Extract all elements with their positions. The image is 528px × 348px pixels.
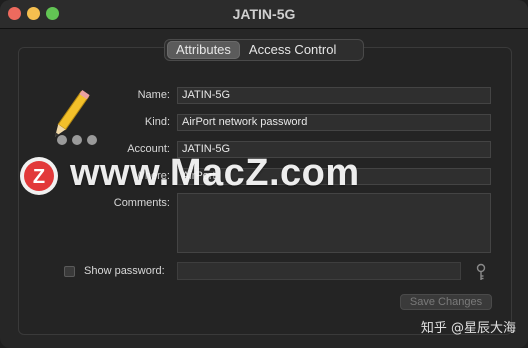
name-field[interactable]: JATIN-5G xyxy=(177,87,491,104)
title-bar: JATIN-5G xyxy=(0,0,528,29)
svg-text:Z: Z xyxy=(33,166,45,188)
tab-control: Attributes Access Control xyxy=(164,39,364,61)
show-password-label: Show password: xyxy=(84,265,165,277)
show-password-checkbox[interactable] xyxy=(64,266,75,277)
comments-label: Comments: xyxy=(113,197,170,209)
tab-attributes[interactable]: Attributes xyxy=(167,41,240,59)
macz-logo-icon: Z xyxy=(20,157,58,195)
save-changes-button[interactable]: Save Changes xyxy=(400,294,492,310)
tab-access-control[interactable]: Access Control xyxy=(240,41,345,59)
kind-field[interactable]: AirPort network password xyxy=(177,114,491,131)
kind-label: Kind: xyxy=(144,116,170,128)
comments-field[interactable] xyxy=(177,193,491,253)
keychain-item-window: JATIN-5G Attributes Access Control Name:… xyxy=(0,0,528,348)
name-label: Name: xyxy=(137,89,170,101)
watermark-text: www.MacZ.com xyxy=(70,152,360,194)
window-title: JATIN-5G xyxy=(232,6,296,22)
zhihu-watermark: 知乎 @星辰大海 xyxy=(420,321,516,336)
password-field[interactable] xyxy=(177,262,461,280)
key-icon[interactable] xyxy=(474,263,488,281)
